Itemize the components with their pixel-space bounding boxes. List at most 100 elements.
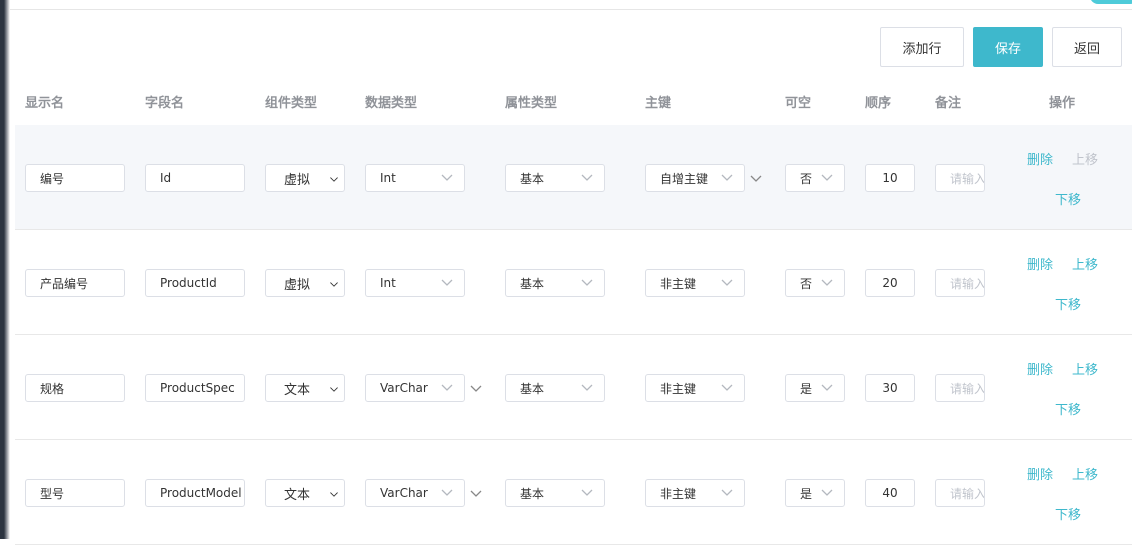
chevron-down-icon (821, 384, 833, 391)
header-order: 顺序 (865, 96, 892, 111)
remark-placeholder: 请输入 (950, 276, 985, 291)
primary-key-select[interactable]: 自增主键 (645, 164, 745, 192)
primary-key-value: 非主键 (660, 276, 697, 291)
data-type-select[interactable]: Int (365, 164, 465, 192)
table-row: 规格 ProductSpec 文本 VarChar 基本 非主键 是 30 请输入 删除 上移下移 (15, 335, 1132, 440)
chevron-down-icon (581, 279, 593, 286)
delete-link[interactable]: 删除 (1027, 149, 1053, 168)
table-row: 产品编号 ProductId 虚拟 Int 基本 非主键 否 20 请输入 删除 上移下移 (15, 230, 1132, 335)
dropdown-arrow-icon (330, 177, 338, 182)
move-down-link[interactable]: 下移 (1055, 504, 1081, 523)
move-up-link[interactable]: 上移 (1072, 149, 1098, 168)
primary-key-select[interactable]: 非主键 (645, 479, 745, 507)
header-nullable: 可空 (785, 96, 812, 111)
move-down-link[interactable]: 下移 (1055, 189, 1081, 208)
table-row: 型号 ProductModel 文本 VarChar 基本 非主键 是 40 请输入 删除 上移下移 (15, 440, 1132, 545)
order-input[interactable]: 30 (865, 374, 915, 402)
chevron-down-icon (581, 174, 593, 181)
attr-type-select[interactable]: 基本 (505, 269, 605, 297)
header-component-type: 组件类型 (265, 96, 318, 111)
primary-key-select[interactable]: 非主键 (645, 374, 745, 402)
header-attr-type: 属性类型 (505, 96, 558, 111)
field-name-input[interactable]: ProductSpec (145, 374, 245, 402)
primary-key-value: 非主键 (660, 486, 697, 501)
chevron-down-icon (821, 489, 833, 496)
delete-link[interactable]: 删除 (1027, 254, 1053, 273)
attr-type-value: 基本 (520, 171, 545, 186)
attr-type-select[interactable]: 基本 (505, 374, 605, 402)
dropdown-arrow-icon (330, 387, 338, 392)
primary-key-select[interactable]: 非主键 (645, 269, 745, 297)
order-input[interactable]: 40 (865, 479, 915, 507)
field-name-input[interactable]: ProductId (145, 269, 245, 297)
display-name-input[interactable]: 产品编号 (25, 269, 125, 297)
data-type-value: VarChar (380, 381, 428, 395)
attr-type-select[interactable]: 基本 (505, 164, 605, 192)
display-name-input[interactable]: 型号 (25, 479, 125, 507)
field-name-input[interactable]: Id (145, 164, 245, 192)
attr-type-value: 基本 (520, 276, 545, 291)
field-name-input[interactable]: ProductModel (145, 479, 245, 507)
component-type-select[interactable]: 虚拟 (265, 164, 345, 192)
chevron-down-icon (441, 174, 453, 181)
chevron-down-icon (470, 385, 482, 392)
primary-key-value: 自增主键 (660, 171, 709, 186)
data-type-select[interactable]: VarChar (365, 479, 465, 507)
remark-placeholder: 请输入 (950, 171, 985, 186)
move-down-link[interactable]: 下移 (1055, 399, 1081, 418)
dropdown-arrow-icon (330, 282, 338, 287)
header-actions: 操作 (1049, 96, 1076, 111)
remark-placeholder: 请输入 (950, 486, 985, 501)
display-name-input[interactable]: 编号 (25, 164, 125, 192)
remark-input[interactable]: 请输入 (935, 269, 985, 297)
top-divider (10, 0, 1132, 10)
nullable-select[interactable]: 否 (785, 164, 845, 192)
chevron-down-icon (721, 174, 733, 181)
primary-key-value: 非主键 (660, 381, 697, 396)
chevron-down-icon (441, 279, 453, 286)
nullable-select[interactable]: 是 (785, 479, 845, 507)
nullable-value: 是 (800, 486, 813, 501)
component-type-select[interactable]: 文本 (265, 479, 345, 507)
move-up-link[interactable]: 上移 (1072, 464, 1098, 483)
data-type-value: VarChar (380, 486, 428, 500)
move-up-link[interactable]: 上移 (1072, 359, 1098, 378)
attr-type-value: 基本 (520, 486, 545, 501)
nullable-value: 否 (800, 276, 813, 291)
remark-input[interactable]: 请输入 (935, 374, 985, 402)
header-remark: 备注 (935, 96, 962, 111)
chevron-down-icon (441, 384, 453, 391)
header-field-name: 字段名 (145, 96, 185, 111)
remark-input[interactable]: 请输入 (935, 164, 985, 192)
chevron-down-icon (821, 174, 833, 181)
data-type-select[interactable]: Int (365, 269, 465, 297)
remark-input[interactable]: 请输入 (935, 479, 985, 507)
chevron-down-icon (750, 175, 762, 182)
back-button[interactable]: 返回 (1052, 27, 1122, 67)
component-type-select[interactable]: 虚拟 (265, 269, 345, 297)
component-type-value: 文本 (284, 487, 311, 503)
move-up-link[interactable]: 上移 (1072, 254, 1098, 273)
delete-link[interactable]: 删除 (1027, 359, 1053, 378)
nullable-select[interactable]: 否 (785, 269, 845, 297)
dropdown-arrow-icon (330, 492, 338, 497)
chevron-down-icon (821, 279, 833, 286)
nullable-value: 否 (800, 171, 813, 186)
delete-link[interactable]: 删除 (1027, 464, 1053, 483)
save-button[interactable]: 保存 (973, 27, 1043, 67)
table-row: 编号 Id 虚拟 Int 基本 自增主键 否 10 请输入 删除 上移下移 (15, 125, 1132, 230)
nullable-select[interactable]: 是 (785, 374, 845, 402)
chevron-down-icon (441, 489, 453, 496)
chevron-down-icon (581, 384, 593, 391)
display-name-input[interactable]: 规格 (25, 374, 125, 402)
move-down-link[interactable]: 下移 (1055, 294, 1081, 313)
order-input[interactable]: 20 (865, 269, 915, 297)
header-display-name: 显示名 (25, 96, 65, 111)
attr-type-select[interactable]: 基本 (505, 479, 605, 507)
data-type-select[interactable]: VarChar (365, 374, 465, 402)
corner-button[interactable] (1090, 0, 1132, 4)
order-input[interactable]: 10 (865, 164, 915, 192)
component-type-select[interactable]: 文本 (265, 374, 345, 402)
add-row-button[interactable]: 添加行 (880, 27, 964, 67)
chevron-down-icon (470, 490, 482, 497)
